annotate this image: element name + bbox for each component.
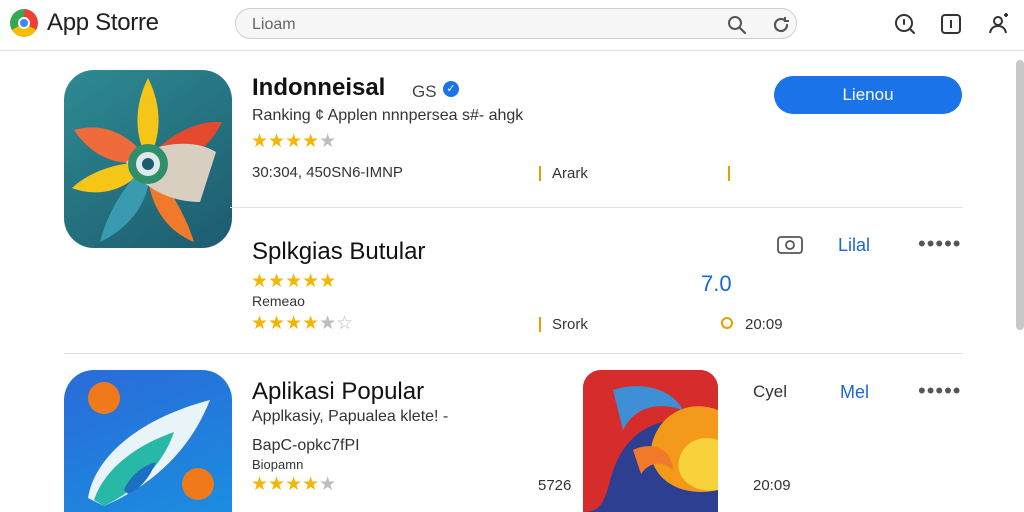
featured-app-tag: GS xyxy=(412,82,437,101)
second-app-name[interactable]: Splkgias Butular xyxy=(252,238,425,266)
third-app-label: Cyel xyxy=(753,382,788,401)
featured-app-name[interactable]: Indonneisal xyxy=(252,74,385,102)
install-button[interactable]: Lienou xyxy=(774,76,962,114)
third-rating-stars: ★★★★★ xyxy=(251,474,337,495)
third-app-icon[interactable] xyxy=(64,370,232,512)
scrollbar[interactable] xyxy=(1016,60,1024,330)
third-action-link[interactable]: Mel xyxy=(840,382,869,403)
second-action-link[interactable]: Lilal xyxy=(838,235,870,256)
row-divider xyxy=(230,207,963,208)
account-icon[interactable] xyxy=(986,12,1010,36)
second-rating-stars-top: ★★★★★ xyxy=(251,271,337,292)
featured-app-category: Arark xyxy=(552,165,588,182)
search-icon[interactable] xyxy=(727,15,747,35)
third-app-subtitle: Applkasiy, Papualea klete! - xyxy=(252,408,449,425)
app-title: App Storre xyxy=(47,9,159,36)
top-bar: App Storre xyxy=(0,0,1024,51)
more-options-icon[interactable]: ••••• xyxy=(918,233,962,255)
third-app-count: 5726 xyxy=(538,477,572,494)
divider xyxy=(539,166,541,181)
location-pin-icon xyxy=(721,317,733,329)
divider xyxy=(539,317,541,332)
featured-rating-stars: ★★★★★ xyxy=(251,131,337,152)
verified-badge-icon: ✓ xyxy=(443,81,459,97)
third-app-tagline: BapC-opkc7fPI xyxy=(252,437,360,454)
third-app-note: Biopamn xyxy=(252,457,304,472)
third-app-preview-image[interactable] xyxy=(583,370,718,512)
search-input[interactable] xyxy=(250,13,714,37)
featured-app-subtitle: Ranking ¢ Applen nnnpersea s#- ahgk xyxy=(252,107,524,124)
second-rating-stars: ★★★★★☆ xyxy=(251,313,354,334)
info-icon[interactable] xyxy=(939,12,963,36)
second-app-size: 20:09 xyxy=(745,316,783,333)
search-icon[interactable] xyxy=(893,12,917,36)
screenshot-icon[interactable] xyxy=(777,235,803,255)
search-box[interactable] xyxy=(235,8,797,39)
second-app-category: Srork xyxy=(552,316,588,333)
third-app-name[interactable]: Aplikasi Popular xyxy=(252,378,424,406)
third-app-time: 20:09 xyxy=(753,477,791,494)
featured-app-stats: 30:304, 450SN6-IMNP xyxy=(252,164,403,181)
second-app-version: 7.0 xyxy=(701,271,732,296)
second-app-note: Remeao xyxy=(252,293,305,309)
app-store-logo-icon xyxy=(10,9,38,37)
refresh-icon[interactable] xyxy=(771,15,791,35)
divider xyxy=(728,166,730,181)
row-divider xyxy=(64,353,963,354)
featured-app-icon[interactable] xyxy=(64,70,232,248)
more-options-icon[interactable]: ••••• xyxy=(918,380,962,402)
